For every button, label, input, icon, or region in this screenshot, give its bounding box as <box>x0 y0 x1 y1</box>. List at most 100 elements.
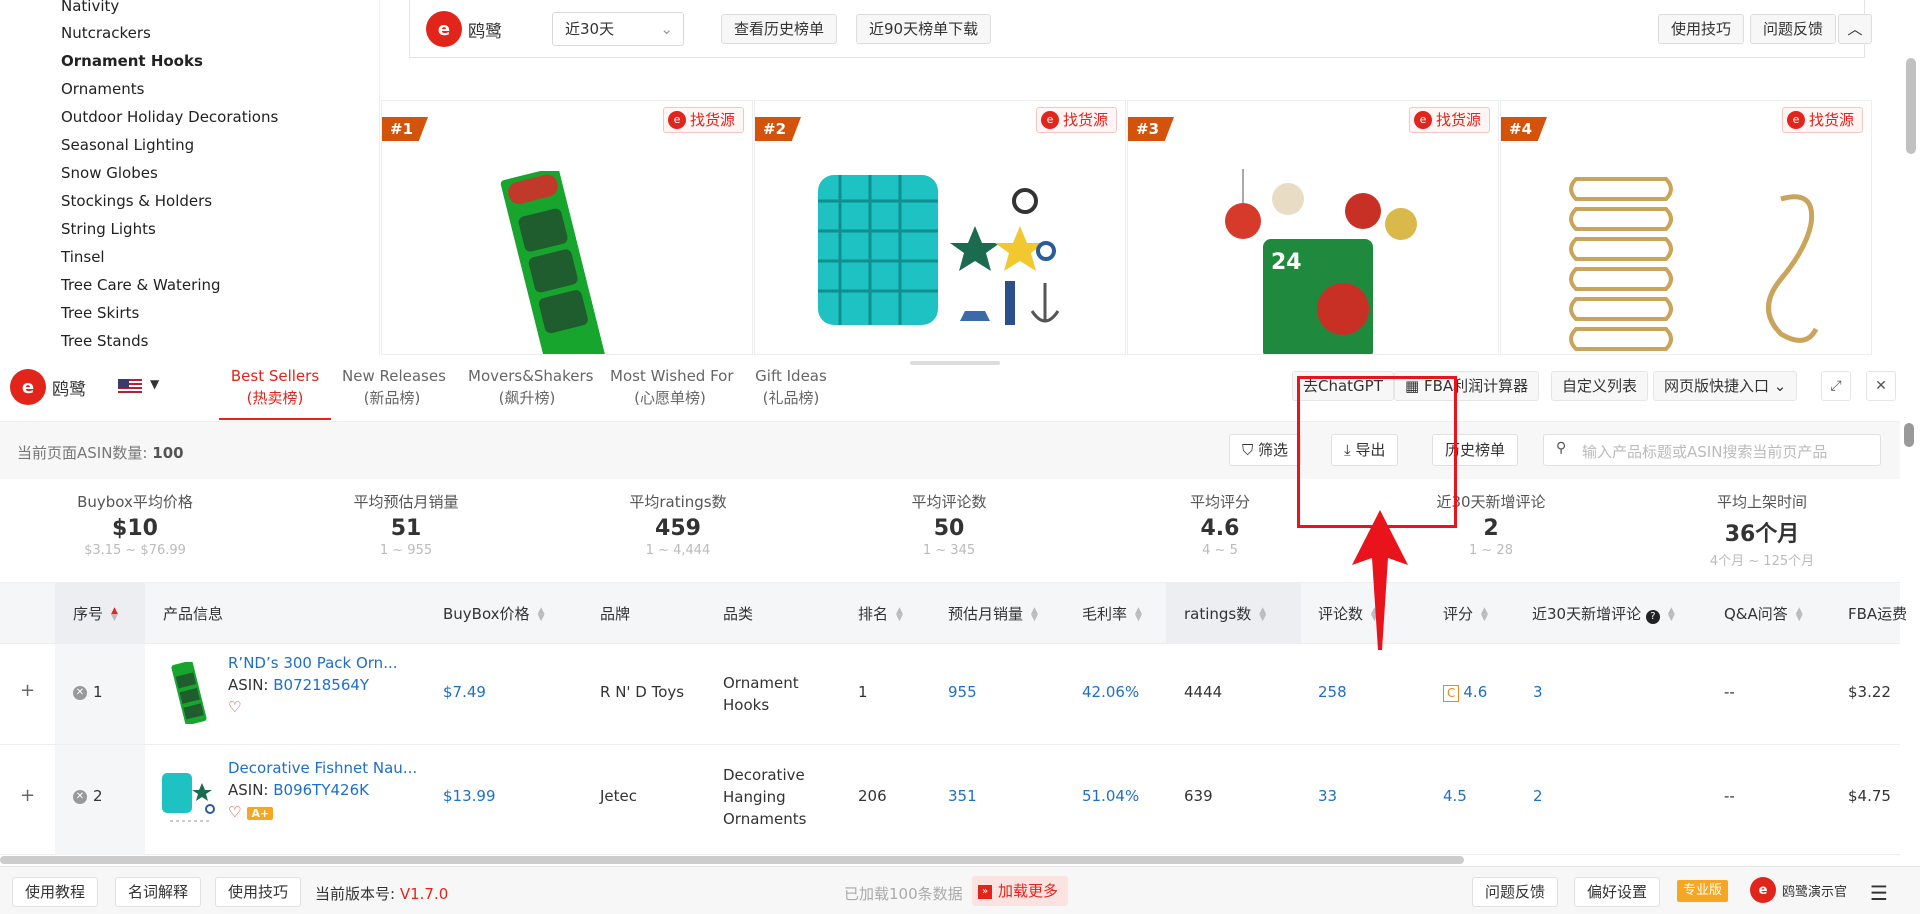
column-header-index[interactable]: 序号 ▲ ▼ <box>73 603 118 624</box>
glossary-button[interactable]: 名词解释 <box>115 877 202 907</box>
score: 4.5 <box>1443 787 1467 805</box>
gross-margin[interactable]: 51.04% <box>1082 787 1139 805</box>
history-ranking-button[interactable]: 查看历史榜单 <box>721 14 838 44</box>
asin: ASIN: B096TY426K <box>228 781 369 799</box>
product-search-input[interactable]: ⚲ 输入产品标题或ASIN搜索当前页产品 <box>1543 434 1881 466</box>
find-source-button[interactable]: e 找货源 <box>1035 107 1117 133</box>
load-more-label: 加载更多 <box>998 882 1059 900</box>
remove-icon[interactable]: ✕ <box>73 685 87 700</box>
filter-button[interactable]: ⛉ 筛选 <box>1229 434 1302 466</box>
product-title-link[interactable]: Decorative Fishnet Nau... <box>228 759 417 777</box>
expand-row-icon[interactable]: + <box>20 680 35 701</box>
asin-link[interactable]: B096TY426K <box>273 781 369 799</box>
column-header-margin[interactable]: 毛利率 ▲ ▼ <box>1082 603 1142 624</box>
feedback-button[interactable]: 问题反馈 <box>1750 14 1837 44</box>
table-row[interactable]: + ✕ 2 Decorative Fishnet Nau... ASIN: B09… <box>0 745 1900 855</box>
column-header-ratings[interactable]: ratings数 ▲ ▼ <box>1184 603 1266 624</box>
product-thumbnail[interactable] <box>160 765 218 827</box>
category-item[interactable]: Snow Globes <box>61 164 158 182</box>
column-header-new-reviews[interactable]: 近30天新增评论 ? ▲ ▼ <box>1532 603 1675 624</box>
load-more-button[interactable]: » 加载更多 <box>972 876 1069 906</box>
category-item[interactable]: Tree Stands <box>61 332 148 350</box>
new-reviews-30d[interactable]: 2 <box>1533 787 1543 805</box>
column-header-score[interactable]: 评分 ▲ ▼ <box>1443 603 1488 624</box>
asin-link[interactable]: B07218564Y <box>273 676 369 694</box>
category-item[interactable]: Seasonal Lighting <box>61 136 194 154</box>
table-row[interactable]: + ✕ 1 R’ND’s 300 Pack Orn... ASIN: B07218… <box>0 644 1900 745</box>
column-header-qa[interactable]: Q&A问答 ▲ ▼ <box>1724 603 1803 624</box>
product-card[interactable]: #2 e 找货源 <box>754 100 1126 355</box>
feedback-button[interactable]: 问题反馈 <box>1472 877 1559 907</box>
category-item[interactable]: String Lights <box>61 220 156 238</box>
product-card[interactable]: #1 e 找货源 <box>381 100 753 355</box>
page-scrollbar[interactable] <box>1906 58 1916 154</box>
category-line: Ornaments <box>723 810 807 828</box>
find-source-button[interactable]: e 找货源 <box>662 107 744 133</box>
gross-margin[interactable]: 42.06% <box>1082 683 1139 701</box>
loaded-count: 已加载100条数据 <box>844 885 963 903</box>
review-count[interactable]: 33 <box>1318 787 1337 805</box>
monthly-sales[interactable]: 955 <box>948 683 977 701</box>
expand-icon[interactable]: ⤢ <box>1821 371 1851 401</box>
category-item[interactable]: Nutcrackers <box>61 24 151 42</box>
chevron-up-icon[interactable]: ︿ <box>1838 14 1872 44</box>
annotation-arrow-icon <box>1352 510 1408 650</box>
usage-tips-button[interactable]: 使用技巧 <box>215 877 302 907</box>
tutorial-button[interactable]: 使用教程 <box>12 877 99 907</box>
preferences-button[interactable]: 偏好设置 <box>1574 877 1661 907</box>
category-item[interactable]: Tree Care & Watering <box>61 276 221 294</box>
stat-avg-ratings: 平均ratings数 459 1 ~ 4,444 <box>553 491 803 558</box>
category-item[interactable]: Ornaments <box>61 80 144 98</box>
product-image-ornament-anchors: 24 <box>1225 169 1417 354</box>
category-item[interactable]: Stockings & Holders <box>61 192 212 210</box>
us-flag-icon[interactable] <box>118 379 142 395</box>
period-select-value: 近30天 <box>565 20 615 38</box>
user-profile[interactable]: e 鸥鹭演示官 <box>1750 877 1847 903</box>
remove-icon[interactable]: ✕ <box>73 789 87 804</box>
category-item[interactable]: Tree Skirts <box>61 304 139 322</box>
category-item[interactable]: Tinsel <box>61 248 105 266</box>
custom-columns-button[interactable]: 自定义列表 <box>1551 371 1649 401</box>
expand-row-icon[interactable]: + <box>20 785 35 806</box>
usage-tips-button[interactable]: 使用技巧 <box>1658 14 1745 44</box>
product-thumbnail[interactable] <box>160 662 218 724</box>
new-reviews-30d[interactable]: 3 <box>1533 683 1543 701</box>
menu-icon[interactable]: ☰ <box>1870 881 1888 905</box>
fba-fee: $3.22 <box>1848 683 1891 701</box>
version-number: V1.7.0 <box>399 885 449 903</box>
find-source-button[interactable]: e 找货源 <box>1781 107 1863 133</box>
tab-label-cn: (新品榜) <box>363 389 421 407</box>
download-90-day-button[interactable]: 近90天榜单下载 <box>856 14 992 44</box>
review-count[interactable]: 258 <box>1318 683 1347 701</box>
find-source-button[interactable]: e 找货源 <box>1408 107 1490 133</box>
help-icon[interactable]: ? <box>1645 610 1660 624</box>
product-title-link[interactable]: R’ND’s 300 Pack Orn... <box>228 654 398 672</box>
product-card[interactable]: #3 e 找货源 24 <box>1127 100 1499 355</box>
sort-icon: ▲ ▼ <box>111 605 118 623</box>
tab-most-wished-for[interactable]: Most Wished For (心愿单榜) <box>610 365 734 409</box>
column-header-sales[interactable]: 预估月销量 ▲ ▼ <box>948 603 1038 624</box>
tab-best-sellers[interactable]: Best Sellers (热卖榜) <box>219 365 331 409</box>
column-header-brand: 品牌 <box>600 605 631 623</box>
monthly-sales[interactable]: 351 <box>948 787 977 805</box>
category-item[interactable]: Nativity <box>61 0 119 15</box>
asin-count-label: 当前页面ASIN数量: <box>17 444 148 462</box>
tab-gift-ideas[interactable]: Gift Ideas (礼品榜) <box>752 365 830 409</box>
tab-new-releases[interactable]: New Releases (新品榜) <box>342 365 446 409</box>
close-icon[interactable]: ✕ <box>1866 371 1896 401</box>
heart-icon[interactable]: ♡ <box>228 698 241 716</box>
stat-range: 1 ~ 4,444 <box>645 543 711 558</box>
heart-icon[interactable]: ♡ A+ <box>228 803 274 821</box>
tab-movers-shakers[interactable]: Movers&Shakers (飙升榜) <box>468 365 594 409</box>
web-entry-dropdown[interactable]: 网页版快捷入口 ⌄ <box>1653 371 1798 401</box>
category-item-active[interactable]: Ornament Hooks <box>61 52 203 70</box>
table-horizontal-scrollbar[interactable] <box>0 856 1464 864</box>
column-header-rank[interactable]: 排名 ▲ ▼ <box>858 603 903 624</box>
column-header-price[interactable]: BuyBox价格 ▲ ▼ <box>443 603 544 624</box>
product-card[interactable]: #4 e 找货源 <box>1500 100 1872 355</box>
stat-avg-price: Buybox平均价格 $10 $3.15 ~ $76.99 <box>10 491 260 558</box>
period-select[interactable]: 近30天 ⌄ <box>552 12 684 46</box>
table-vertical-scrollbar[interactable] <box>1904 423 1914 447</box>
caret-down-icon[interactable]: ▼ <box>150 377 159 391</box>
category-item[interactable]: Outdoor Holiday Decorations <box>61 108 278 126</box>
